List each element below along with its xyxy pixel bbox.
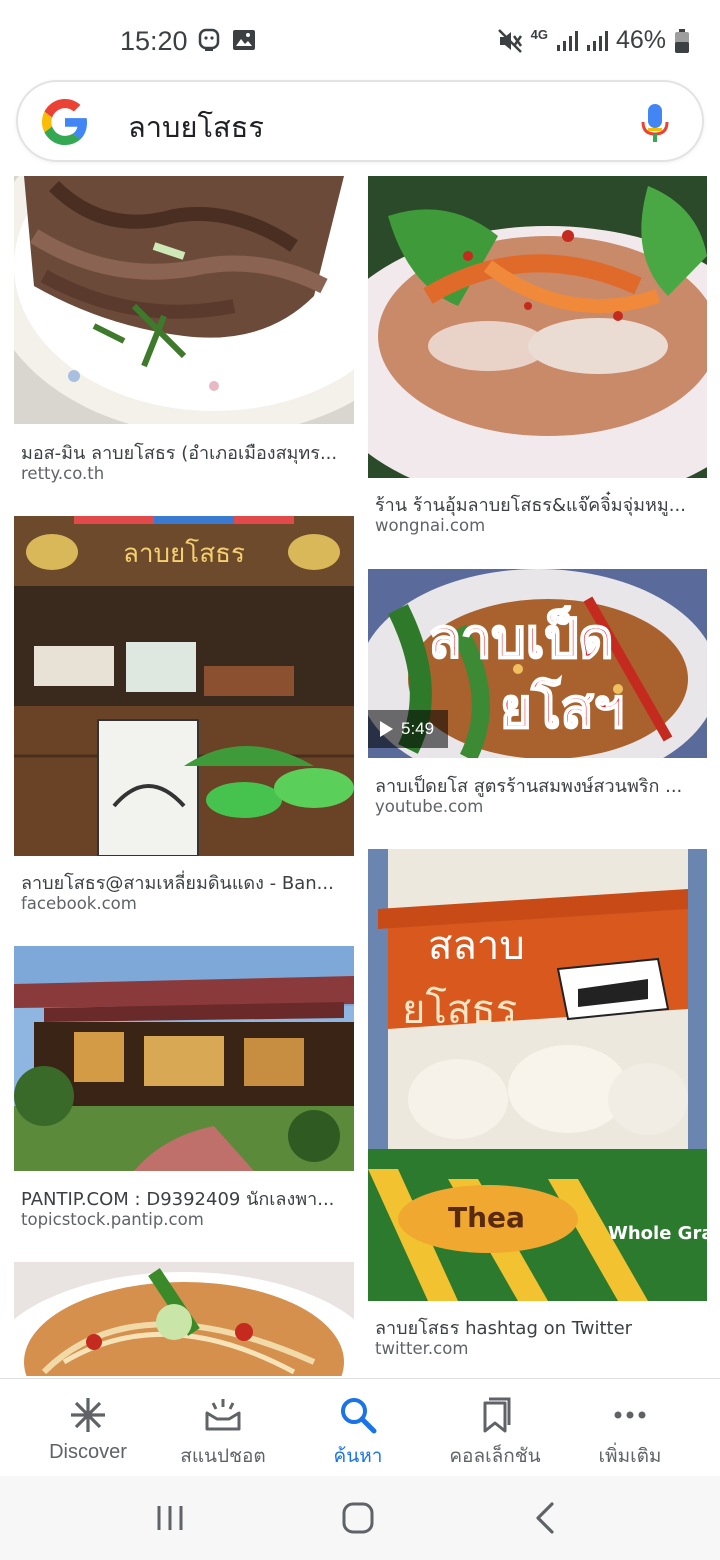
- search-icon: [341, 1398, 377, 1434]
- nav-label: ค้นหา: [333, 1445, 383, 1467]
- result-thumbnail[interactable]: [368, 176, 707, 478]
- svg-text:Thea: Thea: [448, 1201, 525, 1234]
- asterisk-icon: [71, 1398, 105, 1432]
- nav-snapshot[interactable]: สแนปชอต: [151, 1379, 295, 1477]
- video-overlay-text: ยโสฯ: [499, 676, 625, 741]
- video-duration-badge: 5:49: [368, 710, 449, 748]
- video-thumbnail[interactable]: ลาบเป็ด ยโสฯ 5:49: [368, 569, 707, 758]
- svg-text:ลาบยโสธร: ลาบยโสธร: [123, 538, 245, 569]
- result-source[interactable]: twitter.com: [375, 1339, 468, 1358]
- video-duration: 5:49: [401, 719, 435, 738]
- result-title[interactable]: ร้าน ร้านอุ้มลาบยโสธร&แจ๊คจิ๋มจุ่มหมู...: [375, 490, 705, 519]
- more-icon: [614, 1411, 646, 1419]
- google-logo[interactable]: [42, 99, 88, 145]
- result-thumbnail[interactable]: [14, 176, 354, 424]
- snapshot-icon: [205, 1399, 241, 1431]
- result-source[interactable]: wongnai.com: [375, 516, 485, 535]
- nav-label: คอลเล็กชัน: [449, 1445, 541, 1467]
- result-card[interactable]: มอส-มิน ลาบยโสธร (อำเภอเมืองสมุทร... ret…: [14, 176, 354, 496]
- mic-icon[interactable]: [638, 102, 672, 146]
- result-thumbnail[interactable]: [14, 946, 354, 1171]
- result-title[interactable]: มอส-มิน ลาบยโสธร (อำเภอเมืองสมุทร...: [21, 438, 351, 467]
- status-bar: 15:20 4G 46%: [0, 0, 720, 80]
- battery-percent: 46%: [615, 26, 666, 54]
- result-thumbnail[interactable]: [14, 1262, 354, 1376]
- status-time: 15:20: [120, 26, 188, 56]
- nav-label: เพิ่มเติม: [598, 1445, 662, 1467]
- search-bar[interactable]: ลาบยโสธร: [16, 80, 704, 162]
- result-source[interactable]: topicstock.pantip.com: [21, 1210, 204, 1229]
- bottom-navigation: Discover สแนปชอต ค้นหา คอลเล็กชัน เพิ่มเ…: [0, 1378, 720, 1476]
- result-card[interactable]: [14, 1262, 354, 1376]
- nav-collections[interactable]: คอลเล็กชัน: [423, 1379, 567, 1477]
- image-results-grid: มอส-มิน ลาบยโสธร (อำเภอเมืองสมุทร... ret…: [0, 176, 720, 1376]
- bookmark-icon: [483, 1397, 511, 1433]
- back-icon[interactable]: [526, 1498, 566, 1538]
- product-overlay-text: สลาบ: [428, 923, 525, 969]
- signal-icon: [556, 30, 578, 51]
- nav-more[interactable]: เพิ่มเติม: [558, 1379, 702, 1477]
- nav-search[interactable]: ค้นหา: [286, 1379, 430, 1477]
- result-thumbnail[interactable]: ลาบยโสธร: [14, 516, 354, 856]
- result-title[interactable]: ลาบยโสธร hashtag on Twitter: [375, 1313, 705, 1342]
- result-thumbnail[interactable]: Thea Whole Gra สลาบ ยโสธร: [368, 849, 707, 1301]
- nav-discover[interactable]: Discover: [16, 1379, 160, 1477]
- result-source[interactable]: youtube.com: [375, 797, 483, 816]
- result-source[interactable]: retty.co.th: [21, 464, 104, 483]
- nav-label: Discover: [49, 1441, 127, 1463]
- product-overlay-text: ยโสธร: [402, 987, 518, 1033]
- result-title[interactable]: ลาบยโสธร@สามเหลี่ยมดินแดง - Ban...: [21, 868, 351, 897]
- result-card[interactable]: PANTIP.COM : D9392409 นักเลงพา... topics…: [14, 946, 354, 1236]
- result-card[interactable]: ลาบยโสธร ลาบยโสธร@สามเหลี่ยมดินแดง - Ban…: [14, 516, 354, 916]
- recents-icon[interactable]: [150, 1498, 190, 1538]
- nav-label: สแนปชอต: [180, 1445, 266, 1467]
- network-type: 4G: [530, 27, 548, 42]
- play-icon: [380, 721, 393, 737]
- face-icon: [198, 28, 220, 51]
- home-icon[interactable]: [338, 1498, 378, 1538]
- search-input[interactable]: ลาบยโสธร: [128, 104, 264, 150]
- svg-text:Whole Gra: Whole Gra: [608, 1223, 707, 1244]
- system-navigation-bar: [0, 1476, 720, 1560]
- image-icon: [233, 30, 255, 50]
- mute-icon: [497, 28, 522, 53]
- battery-icon: [675, 28, 689, 53]
- result-title[interactable]: PANTIP.COM : D9392409 นักเลงพา...: [21, 1184, 351, 1213]
- result-title[interactable]: ลาบเป็ดยโส สูตรร้านสมพงษ์สวนพริก ...: [375, 771, 705, 800]
- result-source[interactable]: facebook.com: [21, 894, 137, 913]
- result-card[interactable]: ลาบเป็ด ยโสฯ 5:49 ลาบเป็ดยโส สูตรร้านสมพ…: [368, 569, 707, 819]
- result-card[interactable]: Thea Whole Gra สลาบ ยโสธร ลาบยโสธร hasht…: [368, 849, 707, 1369]
- result-card[interactable]: ร้าน ร้านอุ้มลาบยโสธร&แจ๊คจิ๋มจุ่มหมู...…: [368, 176, 707, 546]
- signal-icon-2: [586, 30, 608, 51]
